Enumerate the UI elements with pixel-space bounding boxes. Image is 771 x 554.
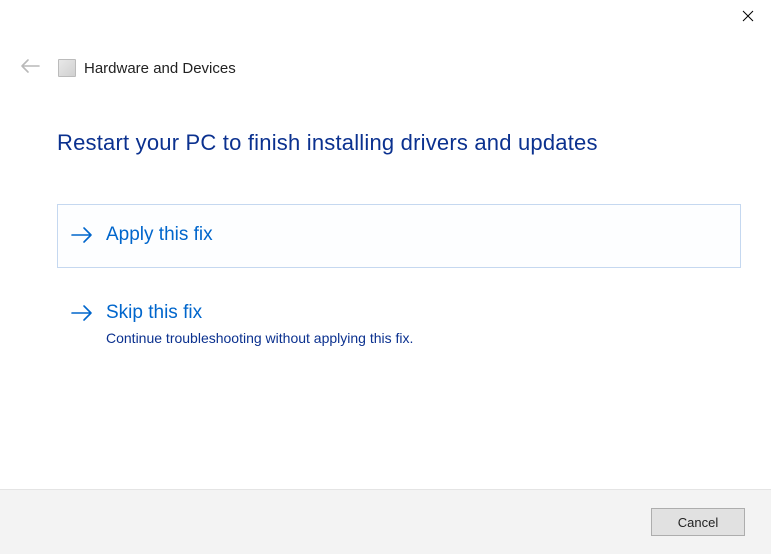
option-skip-fix[interactable]: Skip this fix Continue troubleshooting w…	[57, 282, 741, 365]
option-body: Apply this fix	[106, 223, 213, 248]
page-heading: Restart your PC to finish installing dri…	[57, 130, 741, 156]
footer: Cancel	[0, 489, 771, 554]
option-title: Apply this fix	[106, 223, 213, 248]
option-title: Skip this fix	[106, 301, 413, 326]
title-bar	[725, 0, 771, 36]
device-icon	[58, 59, 76, 77]
close-icon	[742, 9, 754, 27]
content: Restart your PC to finish installing dri…	[57, 130, 741, 365]
option-description: Continue troubleshooting without applyin…	[106, 330, 413, 346]
troubleshooter-title: Hardware and Devices	[58, 59, 236, 77]
arrow-right-icon	[70, 303, 94, 327]
back-arrow-icon	[20, 58, 40, 79]
arrow-right-icon	[70, 225, 94, 249]
header-title-text: Hardware and Devices	[84, 60, 236, 77]
option-apply-fix[interactable]: Apply this fix	[57, 204, 741, 268]
option-body: Skip this fix Continue troubleshooting w…	[106, 301, 413, 346]
back-button	[18, 56, 42, 80]
cancel-button[interactable]: Cancel	[651, 508, 745, 536]
close-button[interactable]	[725, 0, 771, 36]
header: Hardware and Devices	[18, 56, 236, 80]
